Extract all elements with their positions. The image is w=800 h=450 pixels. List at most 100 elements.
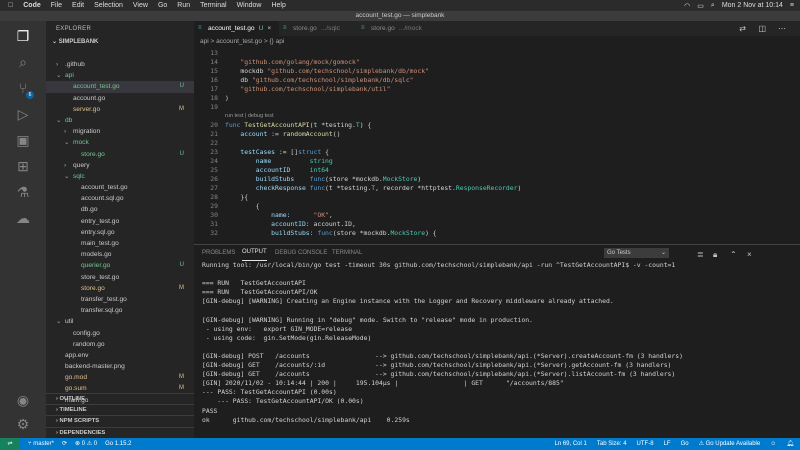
explorer-icon[interactable]: ❐ [12,25,34,47]
tree-file[interactable]: account_test.go U [46,81,194,93]
breadcrumb-folder[interactable]: api [200,38,209,45]
code-line[interactable]: 28 }{ [194,193,800,202]
tree-file[interactable]: transfer.sql.go [46,305,194,316]
code-line[interactable]: 25 accountID int64 [194,166,800,175]
menu-terminal[interactable]: Terminal [200,2,226,9]
tree-file[interactable]: account.go [46,93,194,104]
output-channel-select[interactable]: Go Tests ⌄ [604,248,669,258]
tree-file[interactable]: entry.sql.go [46,227,194,238]
code-line[interactable]: 31 accountID: account.ID, [194,220,800,229]
apple-icon[interactable]:  [8,2,13,9]
code-line[interactable]: 22 [194,139,800,148]
notifications-icon[interactable]: 🔔︎ [786,438,794,450]
tree-file[interactable]: entry_test.go [46,216,194,227]
settings-gear-icon[interactable]: ⚙ [12,413,34,435]
pane-npm-scripts[interactable]: › NPM SCRIPTS [46,415,194,426]
code-line[interactable]: 21 account := randomAccount() [194,130,800,139]
tree-file[interactable]: transfer_test.go [46,294,194,305]
code-line[interactable]: 17 "github.com/techschool/simplebank/uti… [194,85,800,94]
tree-folder[interactable]: ⌄ mock [46,137,194,148]
open-changes-icon[interactable]: ⇄ [739,24,746,33]
code-line[interactable]: 24 name string [194,157,800,166]
menu-edit[interactable]: Edit [72,2,84,9]
menu-file[interactable]: File [51,2,62,9]
code-line[interactable]: 23 testCases := []struct { [194,148,800,157]
account-icon[interactable]: ◉ [12,389,34,411]
menu-view[interactable]: View [133,2,148,9]
project-root[interactable]: ⌄ SIMPLEBANK [46,37,194,48]
tree-file[interactable]: server.go M [46,104,194,115]
code-line[interactable]: 15 mockdb "github.com/techschool/simpleb… [194,67,800,76]
search-icon[interactable]: ⌕ [12,51,34,73]
tab-problems[interactable]: PROBLEMS [202,245,235,261]
cursor-position[interactable]: Ln 69, Col 1 [555,438,587,450]
code-line[interactable]: 16 db "github.com/techschool/simplebank/… [194,76,800,85]
code-line[interactable]: 20 func TestGetAccountAPI(t *testing.T) { [194,121,800,130]
tab-store-sqlc[interactable]: ≡ store.go .../sqlc [279,21,357,36]
tree-file[interactable]: config.go [46,328,194,339]
tab-terminal[interactable]: TERMINAL [332,245,362,261]
tree-folder[interactable]: ⌄ db [46,115,194,126]
tree-folder[interactable]: ⌄ api [46,70,194,81]
tree-file[interactable]: store_test.go [46,272,194,283]
git-branch-icon[interactable]: ⑂ master* [28,438,54,450]
remote-explorer-icon[interactable]: ▣ [12,129,34,151]
tree-folder[interactable]: › .github [46,59,194,70]
docker-icon[interactable]: ☁ [12,207,34,229]
code-line[interactable]: 13 [194,49,800,58]
tree-folder[interactable]: ⌄ util [46,316,194,327]
tree-folder[interactable]: › migration [46,126,194,137]
tab-output[interactable]: OUTPUT [242,245,267,261]
tree-file[interactable]: backend-master.png [46,361,194,372]
problems-status[interactable]: ⊗ 0 ⚠ 0 [75,438,97,450]
tree-file[interactable]: store.go U [46,149,194,160]
codelens-run-test[interactable]: run test | debug test [225,113,274,119]
output-log[interactable]: Running tool: /usr/local/bin/go test -ti… [202,261,797,425]
tab-size[interactable]: Tab Size: 4 [597,438,627,450]
testing-icon[interactable]: ⚗ [12,181,34,203]
tree-file[interactable]: main_test.go [46,238,194,249]
eol[interactable]: LF [664,438,671,450]
menu-go[interactable]: Go [158,2,167,9]
menubar-datetime[interactable]: Mon 2 Nov at 10:14 [722,2,783,9]
menu-app-name[interactable]: Code [23,2,41,9]
battery-icon[interactable]: ▭ [697,2,704,10]
tree-file[interactable]: go.mod M [46,372,194,383]
split-editor-icon[interactable]: ◫ [758,24,766,33]
menu-help[interactable]: Help [271,2,285,9]
tree-file[interactable]: app.env [46,350,194,361]
tree-file[interactable]: store.go M [46,283,194,294]
tree-folder[interactable]: ⌄ sqlc [46,171,194,182]
tab-account-test[interactable]: ≡ account_test.go U × [194,21,279,36]
pane-outline[interactable]: › OUTLINE [46,393,194,404]
code-line[interactable]: 18) [194,94,800,103]
code-line[interactable]: 14 "github.com/golang/mock/gomock" [194,58,800,67]
tree-file[interactable]: querier.go U [46,260,194,271]
feedback-icon[interactable]: ☺ [770,438,776,450]
tab-store-mock[interactable]: ≡ store.go .../mock [357,21,439,36]
go-version[interactable]: Go 1.15.2 [105,438,131,450]
sync-icon[interactable]: ⟳ [62,438,67,450]
encoding[interactable]: UTF-8 [637,438,654,450]
code-line[interactable]: 30 name: "OK", [194,211,800,220]
breadcrumb-file[interactable]: account_test.go [216,38,262,45]
code-line[interactable]: 32 buildStubs: func(store *mockdb.MockSt… [194,229,800,238]
breadcrumb-symbol[interactable]: {} api [269,38,284,45]
code-line[interactable]: 27 checkResponse func(t *testing.T, reco… [194,184,800,193]
menu-run[interactable]: Run [177,2,190,9]
menu-window[interactable]: Window [237,2,262,9]
tree-file[interactable]: random.go [46,339,194,350]
code-line[interactable]: 26 buildStubs func(store *mockdb.MockSto… [194,175,800,184]
extensions-icon[interactable]: ⊞ [12,155,34,177]
tab-debug-console[interactable]: DEBUG CONSOLE [275,245,327,261]
run-debug-icon[interactable]: ▷ [12,103,34,125]
language-mode[interactable]: Go [681,438,689,450]
tree-file[interactable]: account.sql.go [46,193,194,204]
tree-file[interactable]: models.go [46,249,194,260]
wifi-icon[interactable]: ◠ [684,2,690,10]
go-update-status[interactable]: ⚠ Go Update Available [699,438,761,450]
code-line[interactable]: 29 { [194,202,800,211]
tree-file[interactable]: db.go [46,204,194,215]
code-line[interactable]: 19 [194,103,800,112]
code-editor[interactable]: 13 14 "github.com/golang/mock/gomock" 15 m… [194,48,800,242]
